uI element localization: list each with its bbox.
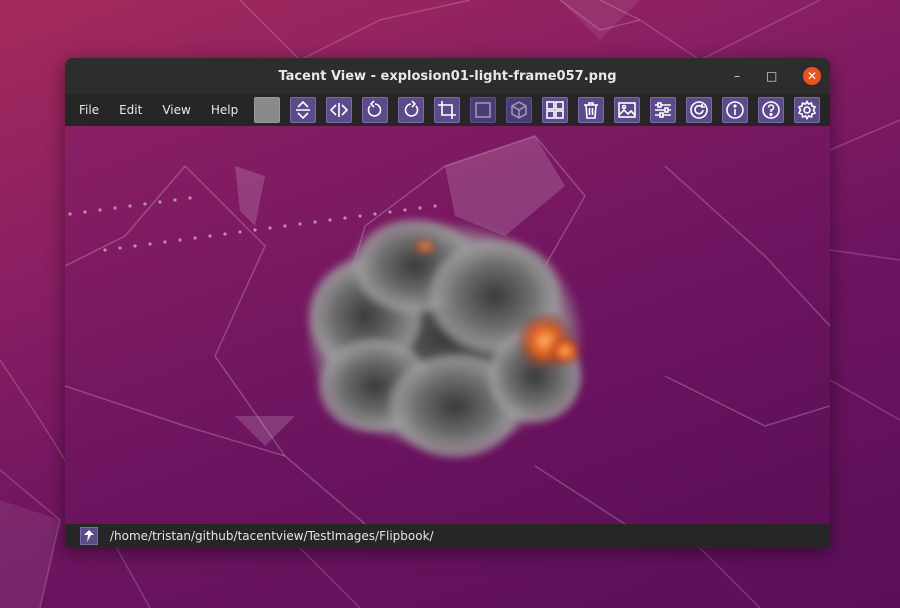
refresh-icon — [690, 101, 708, 119]
help-button[interactable] — [758, 97, 784, 123]
sliders-icon — [655, 102, 671, 118]
menu-help[interactable]: Help — [201, 94, 248, 126]
status-bar: /home/tristan/github/tacentview/TestImag… — [65, 524, 830, 548]
cubemap-button[interactable] — [506, 97, 532, 123]
refresh-button[interactable] — [686, 97, 712, 123]
title-bar[interactable]: Tacent View - explosion01-light-frame057… — [65, 58, 830, 94]
menu-view[interactable]: View — [152, 94, 200, 126]
info-button[interactable] — [722, 97, 748, 123]
settings-button[interactable] — [794, 97, 820, 123]
close-button[interactable]: ✕ — [803, 67, 821, 85]
image-viewport[interactable] — [65, 126, 830, 524]
rotate-cw-icon — [404, 100, 419, 117]
crop-button[interactable] — [434, 97, 460, 123]
rotate-ccw-button[interactable] — [362, 97, 388, 123]
current-folder-path: /home/tristan/github/tacentview/TestImag… — [110, 529, 434, 543]
window-title: Tacent View - explosion01-light-frame057… — [278, 68, 617, 84]
up-arrow-icon — [84, 530, 94, 542]
cube-icon — [511, 101, 527, 119]
square-icon — [475, 102, 491, 118]
image-info-button[interactable] — [614, 97, 640, 123]
flip-horizontal-button[interactable] — [326, 97, 352, 123]
flip-horizontal-icon — [329, 103, 349, 117]
maximize-button[interactable]: □ — [766, 69, 777, 83]
minimize-button[interactable]: – — [734, 69, 740, 83]
grid-icon — [546, 101, 564, 119]
gear-icon — [797, 100, 817, 120]
rotate-cw-button[interactable] — [398, 97, 424, 123]
info-icon — [726, 101, 744, 119]
thumbnail-grid-button[interactable] — [542, 97, 568, 123]
viewport-canvas — [65, 135, 830, 524]
trash-icon — [584, 102, 598, 119]
help-icon — [762, 101, 780, 119]
adjustments-button[interactable] — [650, 97, 676, 123]
flip-vertical-icon — [296, 100, 310, 120]
image-mode-button[interactable] — [470, 97, 496, 123]
app-window: Tacent View - explosion01-light-frame057… — [65, 58, 830, 548]
toolbar — [254, 97, 830, 123]
background-color-swatch[interactable] — [254, 97, 280, 123]
menu-file[interactable]: File — [65, 94, 109, 126]
delete-button[interactable] — [578, 97, 604, 123]
close-icon: ✕ — [806, 69, 818, 83]
flip-vertical-button[interactable] — [290, 97, 316, 123]
picture-icon — [618, 102, 636, 118]
explosion-smoke-image — [305, 216, 585, 461]
rotate-ccw-icon — [367, 100, 382, 117]
menu-bar: File Edit View Help — [65, 94, 830, 126]
crop-icon — [438, 101, 456, 119]
menu-edit[interactable]: Edit — [109, 94, 152, 126]
parent-folder-button[interactable] — [80, 527, 98, 545]
